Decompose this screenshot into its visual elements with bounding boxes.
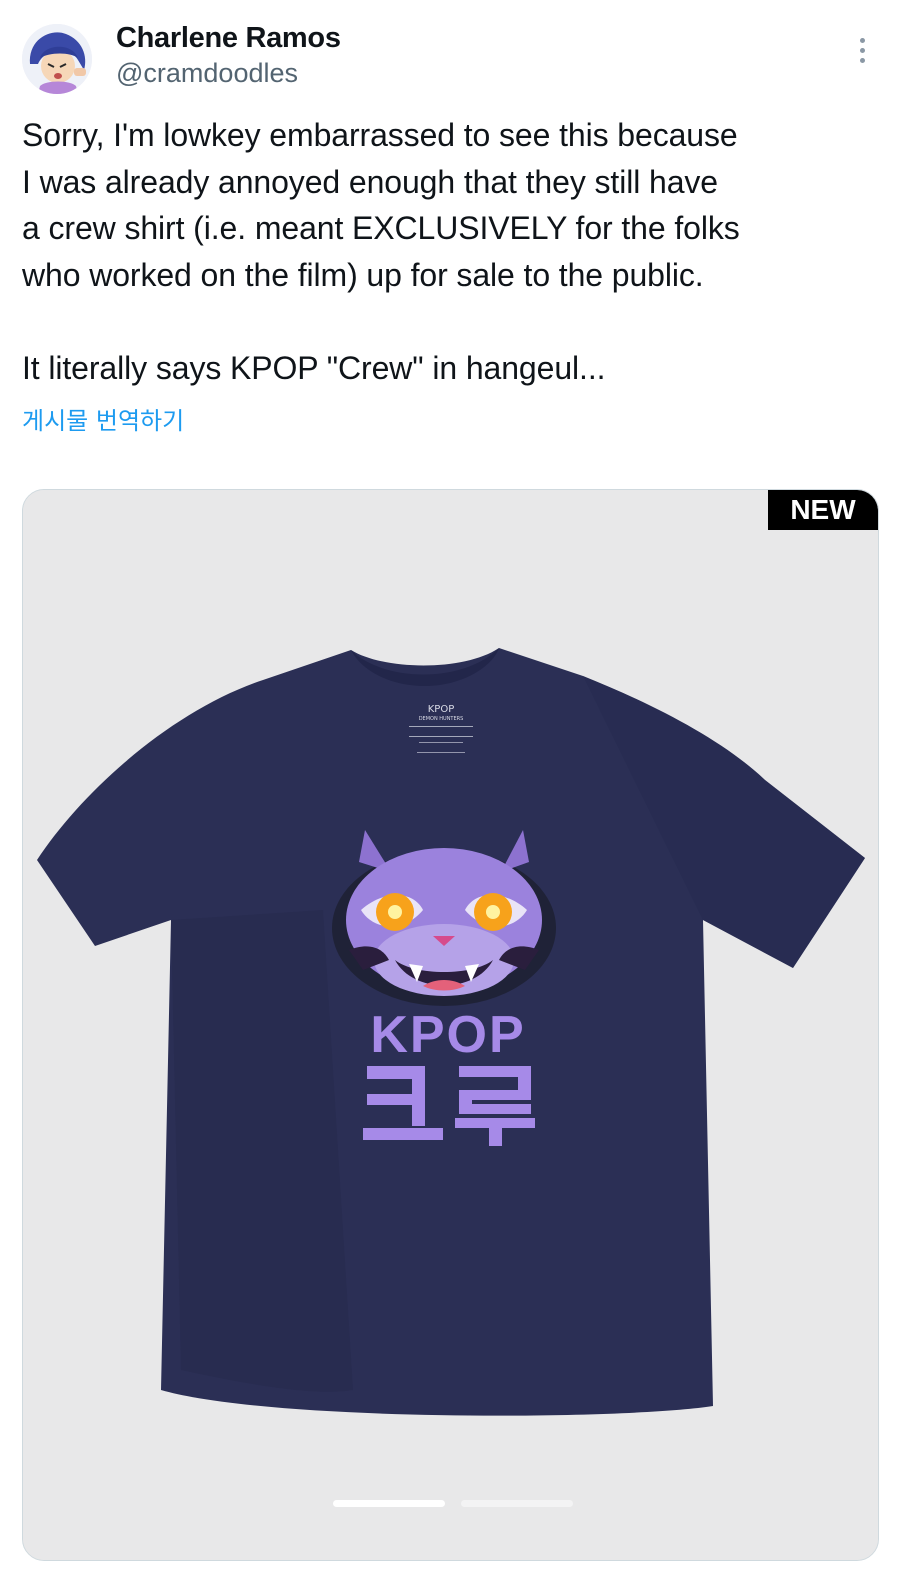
translate-link[interactable]: 게시물 번역하기 xyxy=(22,404,184,438)
author-handle[interactable]: @cramdoodles xyxy=(116,56,341,90)
carousel-dot-2[interactable] xyxy=(461,1500,573,1507)
carousel-dot-1[interactable] xyxy=(333,1500,445,1507)
tweet-text: Sorry, I'm lowkey embarrassed to see thi… xyxy=(22,117,740,386)
new-badge: NEW xyxy=(768,490,878,530)
author-name[interactable]: Charlene Ramos xyxy=(116,20,341,56)
more-vertical-icon[interactable] xyxy=(854,38,870,68)
tweet-media[interactable]: KPOP DEMON HUNTERS KPOP NEW xyxy=(22,489,879,1561)
avatar-illustration xyxy=(22,24,92,94)
tshirt-image: KPOP DEMON HUNTERS KPOP xyxy=(23,490,878,1560)
tag-brand: KPOP xyxy=(428,704,455,715)
avatar[interactable] xyxy=(22,24,92,94)
author-block[interactable]: Charlene Ramos @cramdoodles xyxy=(116,20,341,90)
tag-subtitle: DEMON HUNTERS xyxy=(419,716,464,722)
shirt-print-kpop: KPOP xyxy=(370,1006,525,1064)
tiger-graphic xyxy=(332,830,556,1006)
carousel-indicator[interactable] xyxy=(333,1500,575,1508)
